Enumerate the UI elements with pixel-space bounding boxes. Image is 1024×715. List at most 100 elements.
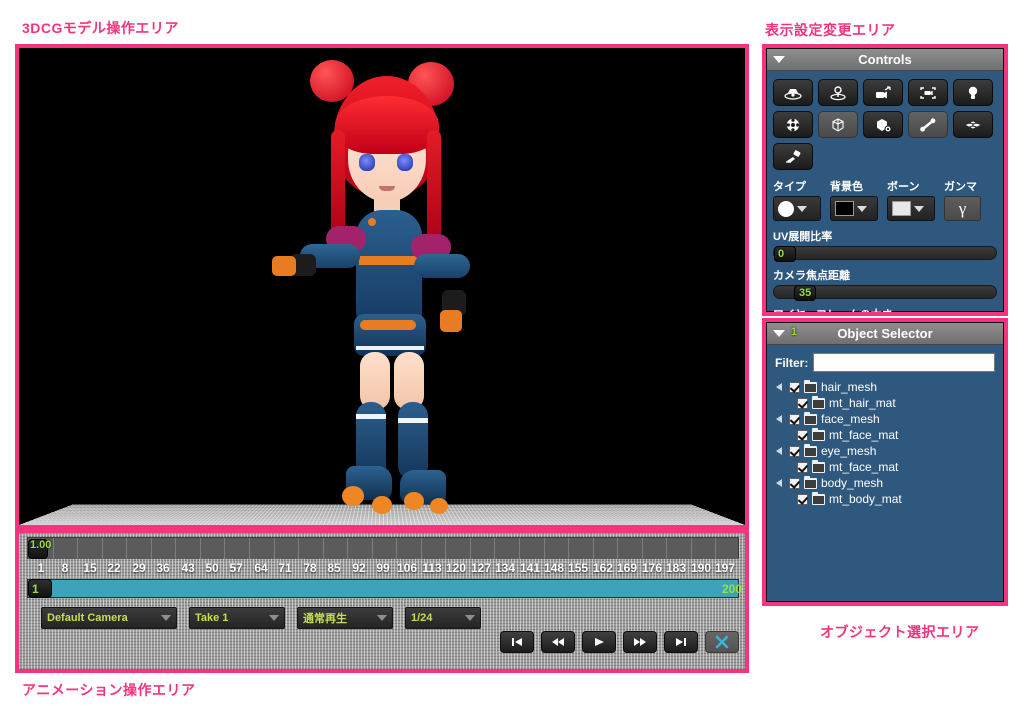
uv-ratio-slider[interactable]: 0 <box>773 246 997 260</box>
paint-brush-icon[interactable] <box>773 143 813 170</box>
frame-number-label: 127 <box>471 561 491 575</box>
tree-item-mesh[interactable]: body_mesh <box>775 475 995 491</box>
selector-row: タイプ 背景色 ボーン <box>773 178 997 221</box>
close-button[interactable] <box>705 631 739 653</box>
tree-expand-arrow-icon[interactable] <box>775 446 785 456</box>
annotation-object-select-area: オブジェクト選択エリア <box>820 622 980 642</box>
tree-item-mesh[interactable]: face_mesh <box>775 411 995 427</box>
ruler-tick <box>249 538 250 559</box>
tree-item-material[interactable]: mt_hair_mat <box>775 395 995 411</box>
3d-viewport[interactable] <box>19 48 745 525</box>
grid-plane-icon[interactable] <box>953 111 993 138</box>
frame-number-label: 22 <box>107 561 120 575</box>
gizmo-ball-icon[interactable] <box>773 111 813 138</box>
fast-forward-button[interactable] <box>623 631 657 653</box>
collapse-triangle-icon[interactable] <box>773 330 785 337</box>
playmode-select[interactable]: 通常再生 <box>297 607 393 629</box>
folder-icon <box>812 430 825 441</box>
frame-number-label: 36 <box>156 561 169 575</box>
timeline-frame-numbers: 1815222936435057647178859299106113120127… <box>27 559 739 579</box>
folder-icon <box>812 462 825 473</box>
tree-item-checkbox[interactable] <box>797 398 808 409</box>
cube-settings-icon[interactable] <box>863 111 903 138</box>
gamma-group: ガンマ γ <box>944 178 981 221</box>
tree-item-checkbox[interactable] <box>797 494 808 505</box>
tree-expand-arrow-icon[interactable] <box>775 478 785 488</box>
ruler-tick <box>347 538 348 559</box>
frame-number-label: 92 <box>352 561 365 575</box>
gamma-button[interactable]: γ <box>944 196 981 221</box>
tree-item-checkbox[interactable] <box>797 430 808 441</box>
tree-item-label: mt_hair_mat <box>829 396 896 410</box>
chevron-down-icon[interactable] <box>914 206 924 212</box>
frame-number-label: 29 <box>132 561 145 575</box>
folder-icon <box>804 414 817 425</box>
camera-focal-value: 35 <box>799 286 811 300</box>
skip-to-end-button[interactable] <box>664 631 698 653</box>
ruler-tick <box>102 538 103 559</box>
play-button[interactable] <box>582 631 616 653</box>
ruler-tick <box>715 538 716 559</box>
tree-expand-arrow-icon[interactable] <box>775 382 785 392</box>
camera-select[interactable]: Default Camera <box>41 607 177 629</box>
background-color-selector[interactable] <box>830 196 878 221</box>
wireframe-width-label: ワイヤーフレームの太さ <box>773 306 997 322</box>
type-selector[interactable] <box>773 196 821 221</box>
tree-item-mesh[interactable]: eye_mesh <box>775 443 995 459</box>
take-select[interactable]: Take 1 <box>189 607 285 629</box>
tree-item-checkbox[interactable] <box>789 446 800 457</box>
tree-expand-arrow-icon[interactable] <box>775 414 785 424</box>
ruler-tick <box>568 538 569 559</box>
tree-item-material[interactable]: mt_face_mat <box>775 459 995 475</box>
controls-panel-header[interactable]: Controls <box>767 49 1003 71</box>
camera-orbit-icon[interactable] <box>773 79 813 106</box>
tree-item-label: body_mesh <box>821 476 883 490</box>
type-label: タイプ <box>773 178 821 194</box>
light-bulb-icon[interactable] <box>953 79 993 106</box>
frame-number-label: 148 <box>544 561 564 575</box>
tree-item-checkbox[interactable] <box>789 478 800 489</box>
bone-icon[interactable] <box>908 111 948 138</box>
background-color-swatch <box>835 201 854 216</box>
chevron-down-icon[interactable] <box>377 615 387 621</box>
camera-move-icon[interactable] <box>863 79 903 106</box>
frame-selection-icon[interactable] <box>908 79 948 106</box>
ruler-tick <box>77 538 78 559</box>
tree-item-checkbox[interactable] <box>797 462 808 473</box>
gamma-label: ガンマ <box>944 178 981 194</box>
tree-item-material[interactable]: mt_body_mat <box>775 491 995 507</box>
tree-item-mesh[interactable]: hair_mesh <box>775 379 995 395</box>
collapse-triangle-icon[interactable] <box>773 56 785 63</box>
framerate-select[interactable]: 1/24 <box>405 607 481 629</box>
tree-item-checkbox[interactable] <box>789 382 800 393</box>
tree-item-material[interactable]: mt_face_mat <box>775 427 995 443</box>
frame-number-label: 155 <box>568 561 588 575</box>
camera-focal-slider[interactable]: 35 <box>773 285 997 299</box>
timeline-zoom-ruler[interactable]: 1.00 <box>27 537 739 559</box>
filter-input[interactable] <box>813 353 995 372</box>
frame-number-label: 78 <box>303 561 316 575</box>
tree-item-checkbox[interactable] <box>789 414 800 425</box>
ruler-tick <box>519 538 520 559</box>
bone-color-group: ボーン <box>887 178 935 221</box>
skip-to-start-button[interactable] <box>500 631 534 653</box>
chevron-down-icon[interactable] <box>857 206 867 212</box>
pivot-point-icon[interactable] <box>818 79 858 106</box>
chevron-down-icon[interactable] <box>161 615 171 621</box>
timeline-scrubber[interactable]: 1 200 <box>27 579 739 598</box>
chevron-down-icon[interactable] <box>797 206 807 212</box>
character-model[interactable] <box>264 58 524 525</box>
wireframe-cube-icon[interactable] <box>818 111 858 138</box>
uv-ratio-value: 0 <box>778 247 784 261</box>
rewind-button[interactable] <box>541 631 575 653</box>
ruler-tick <box>642 538 643 559</box>
object-selector-header[interactable]: Object Selector <box>767 323 1003 345</box>
chevron-down-icon[interactable] <box>269 615 279 621</box>
frame-number-label: 71 <box>278 561 291 575</box>
ruler-tick <box>372 538 373 559</box>
frame-number-label: 169 <box>617 561 637 575</box>
bone-color-selector[interactable] <box>887 196 935 221</box>
annotation-animation-area: アニメーション操作エリア <box>22 680 195 700</box>
chevron-down-icon[interactable] <box>465 615 475 621</box>
tree-item-label: mt_face_mat <box>829 428 898 442</box>
